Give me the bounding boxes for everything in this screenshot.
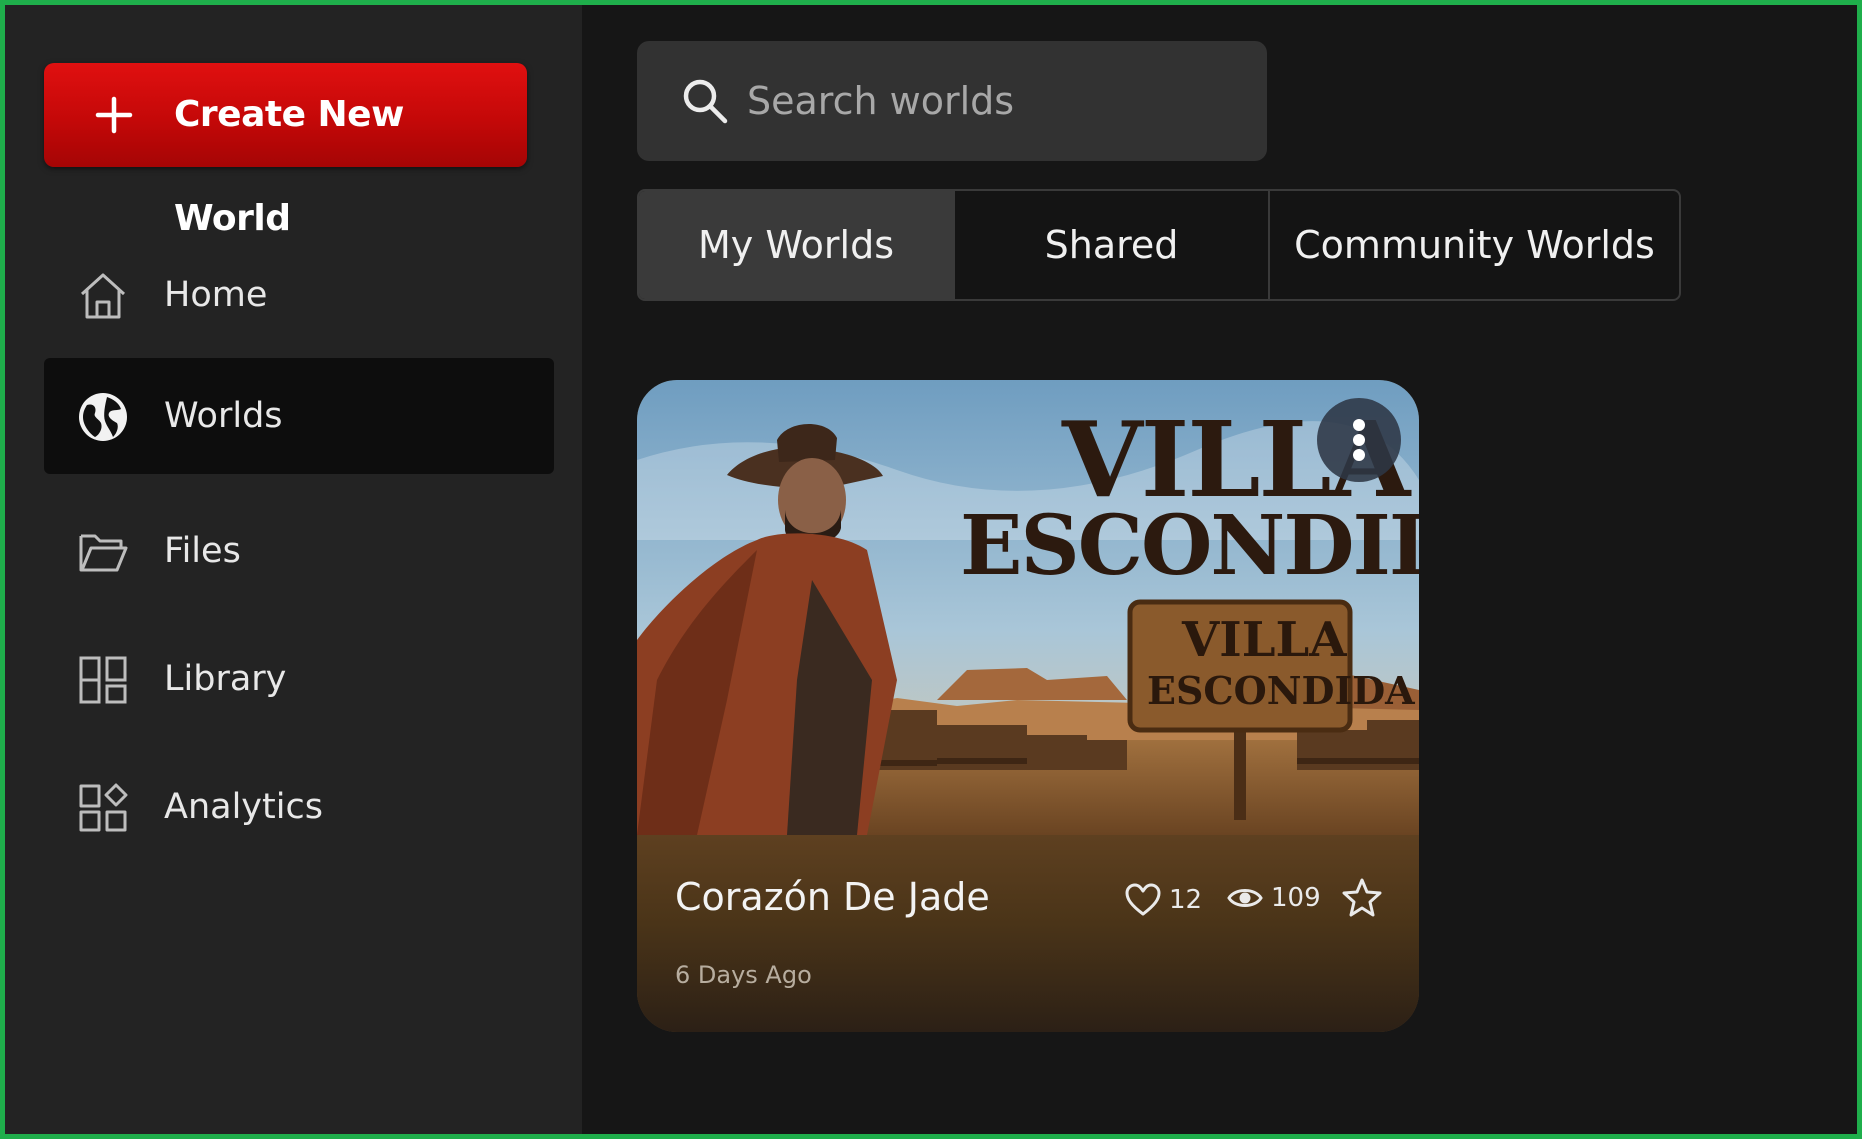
search-bar[interactable]: [637, 41, 1267, 161]
analytics-icon: [79, 783, 128, 832]
sidebar-item-worlds[interactable]: Worlds: [44, 358, 554, 474]
sign-text-line1: VILLA: [1182, 612, 1347, 668]
likes-count: 12: [1169, 885, 1203, 915]
world-updated-time: 6 Days Ago: [675, 961, 812, 989]
tab-community-worlds[interactable]: Community Worlds: [1270, 191, 1679, 299]
tab-my-worlds[interactable]: My Worlds: [639, 191, 955, 299]
views-stat: 109: [1227, 883, 1321, 913]
world-card-footer: Corazón De Jade 6 Days Ago 12 109: [637, 835, 1419, 1032]
home-icon: [80, 273, 126, 319]
sidebar-item-label: Analytics: [164, 787, 323, 827]
sidebar-item-label: Library: [164, 659, 287, 699]
sidebar-item-library[interactable]: Library: [44, 621, 554, 737]
create-new-world-button[interactable]: Create New World: [44, 63, 527, 239]
tab-shared[interactable]: Shared: [955, 191, 1270, 299]
world-card[interactable]: VILLA ESCONDIDA VILLA ESCONDIDA Corazón …: [637, 380, 1419, 1032]
sidebar: Create New World Home Worlds Files Libra…: [5, 5, 582, 1134]
app-window: Create New World Home Worlds Files Libra…: [0, 0, 1862, 1139]
sidebar-item-label: Worlds: [164, 396, 283, 436]
sidebar-item-analytics[interactable]: Analytics: [44, 749, 554, 865]
folder-icon: [79, 534, 128, 572]
sidebar-item-label: Files: [164, 531, 241, 571]
star-icon: [1342, 878, 1382, 917]
world-title: Corazón De Jade: [675, 875, 990, 919]
heart-icon: [1125, 883, 1161, 916]
more-options-button[interactable]: [1317, 398, 1401, 482]
sign-text-line2: ESCONDIDA: [1147, 668, 1415, 713]
world-tabs: My Worlds Shared Community Worlds: [637, 189, 1681, 301]
sidebar-item-files[interactable]: Files: [44, 493, 554, 609]
thumbnail-headline-line2: ESCONDIDA: [960, 498, 1419, 594]
likes-stat[interactable]: 12: [1125, 883, 1202, 917]
sidebar-item-label: Home: [164, 275, 268, 315]
views-count: 109: [1271, 883, 1321, 913]
search-icon: [683, 79, 728, 124]
plus-icon: [95, 96, 133, 134]
sidebar-item-home[interactable]: Home: [44, 237, 554, 353]
favorite-button[interactable]: [1341, 877, 1391, 917]
eye-icon: [1227, 889, 1263, 907]
library-icon: [79, 656, 127, 704]
globe-icon: [79, 393, 127, 441]
more-vertical-icon: [1353, 419, 1365, 461]
search-input[interactable]: [747, 41, 1247, 161]
